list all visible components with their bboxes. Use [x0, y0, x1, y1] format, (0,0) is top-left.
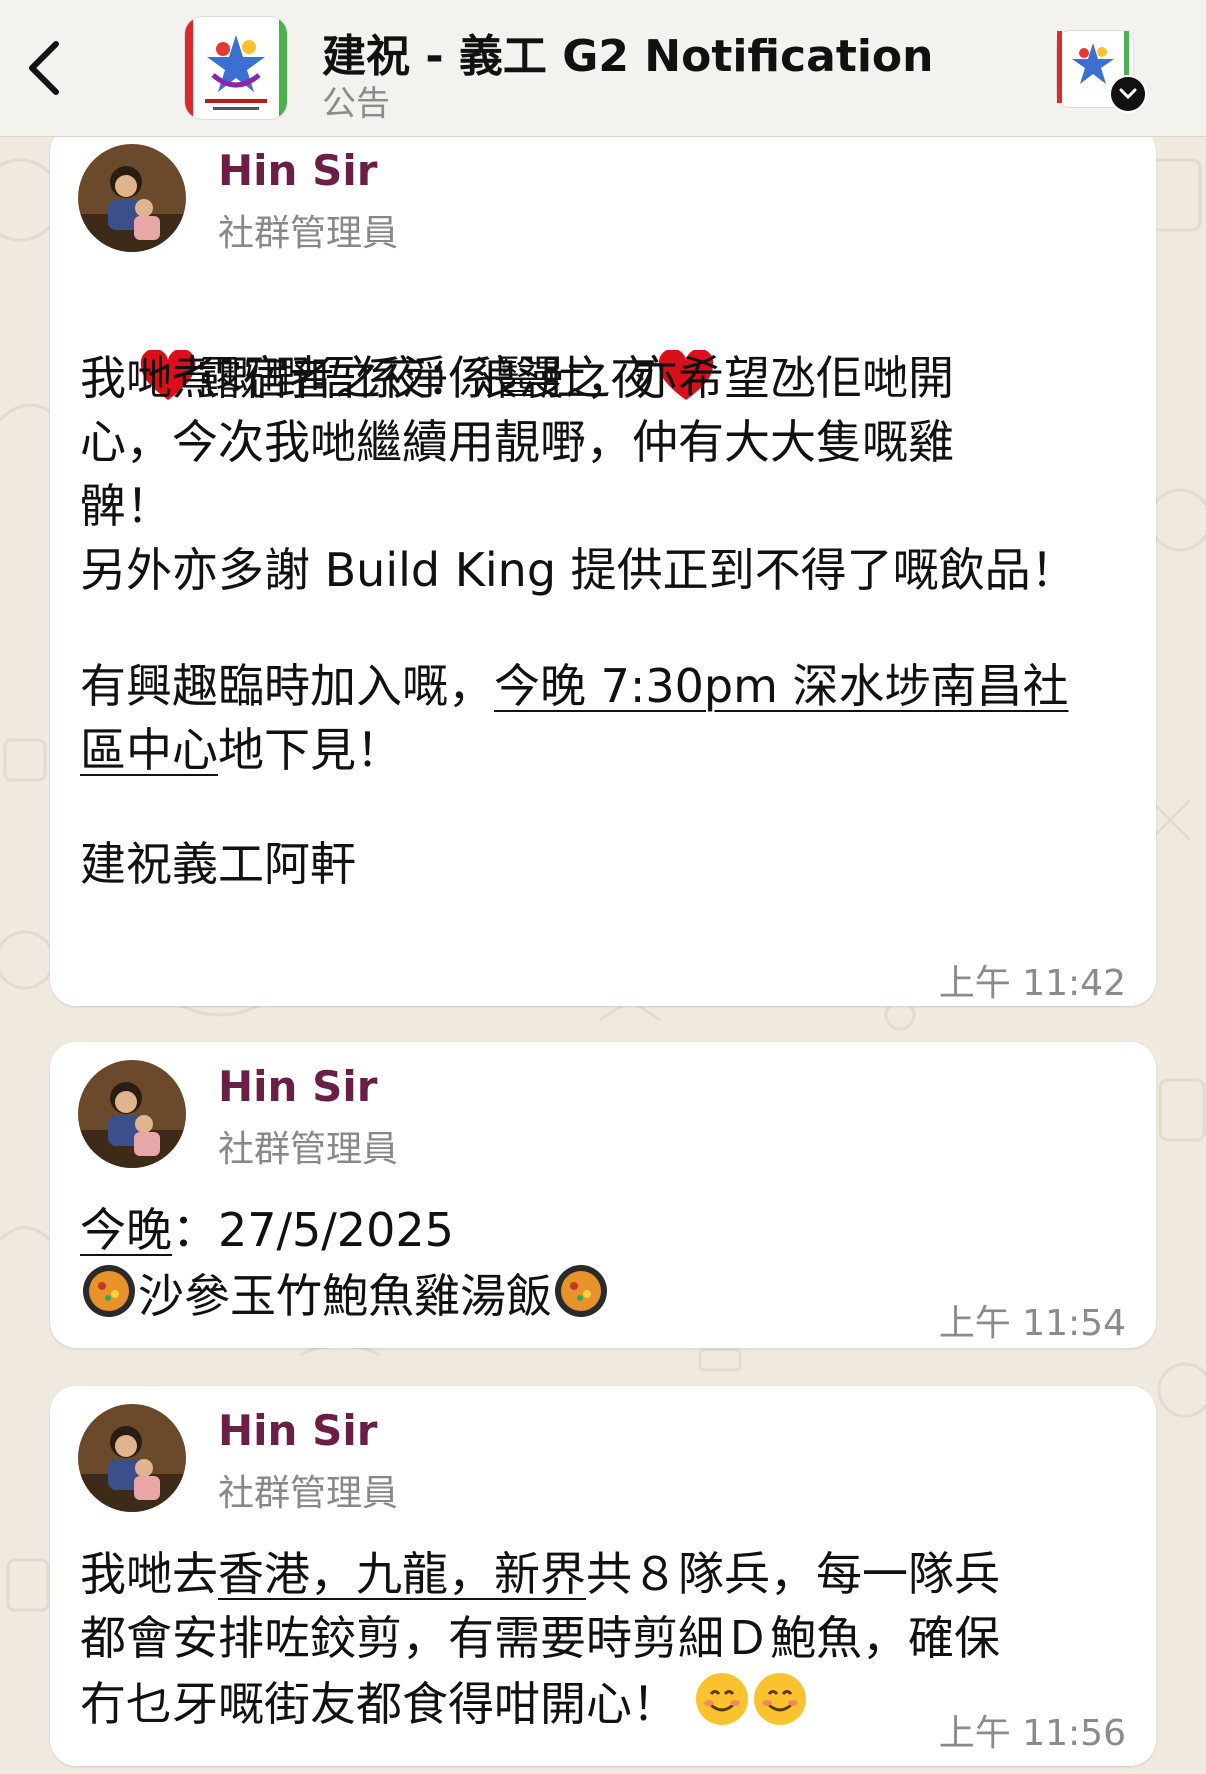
smiling-face-icon: [693, 1670, 751, 1744]
sender-role: 社群管理員: [218, 1473, 399, 1514]
event-location-link[interactable]: 今晚 7:30pm 深水埗南昌社: [494, 659, 1069, 713]
message-timestamp: 上午 11:54: [938, 1303, 1126, 1344]
chevron-down-icon: [1109, 75, 1147, 113]
sender-role: 社群管理員: [218, 1129, 399, 1170]
paella-pan-icon: [80, 1262, 138, 1336]
sender-role: 社群管理員: [218, 213, 399, 254]
message-signature: 建祝義工阿軒: [80, 837, 356, 891]
message-paragraph: 另外亦多謝 Build King 提供正到不得了嘅飲品！: [80, 543, 1077, 597]
event-location-link[interactable]: 區中心: [80, 723, 218, 777]
dish-name: 沙參玉竹鮑魚雞湯飯: [138, 1269, 552, 1323]
sender-name[interactable]: Hin Sir: [218, 1062, 377, 1111]
message-text: 今晚：27/5/2025: [80, 1203, 454, 1257]
message-bubble[interactable]: Hin Sir 社群管理員 今晚：27/5/2025 沙參玉竹鮑魚雞湯飯 上午 …: [50, 1042, 1156, 1348]
avatar[interactable]: [78, 1404, 186, 1512]
message-text: 都會安排咗鉸剪，有需要時剪細Ｄ鮑魚，確保: [80, 1611, 1000, 1665]
back-button[interactable]: [22, 38, 82, 102]
message-timestamp: 上午 11:56: [938, 1713, 1126, 1754]
message-timestamp: 上午 11:42: [938, 963, 1126, 1004]
message-bubble[interactable]: Hin Sir 社群管理員 露宿者之夜：浪漫之夜 我哋煮嘅嘢唔係淨係醫肚，亦希望…: [50, 126, 1156, 1006]
message-paragraph: 有興趣臨時加入嘅，今晚 7:30pm 深水埗南昌社 區中心地下見！: [80, 659, 1069, 777]
message-paragraph: 我哋煮嘅嘢唔係淨係醫肚，亦希望氹佢哋開 心，今次我哋繼續用靚嘢，仲有大大隻嘅雞 …: [80, 351, 954, 533]
group-subtitle: 公告: [322, 84, 390, 124]
district-link[interactable]: 香港，九龍，新界: [218, 1547, 586, 1601]
avatar[interactable]: [78, 144, 186, 252]
sender-name[interactable]: Hin Sir: [218, 1406, 377, 1455]
paella-pan-icon: [552, 1262, 610, 1336]
avatar[interactable]: [78, 1060, 186, 1168]
message-text: 我哋去香港，九龍，新界共８隊兵，每一隊兵: [80, 1547, 1000, 1601]
sender-name[interactable]: Hin Sir: [218, 146, 377, 195]
message-bubble[interactable]: Hin Sir 社群管理員 我哋去香港，九龍，新界共８隊兵，每一隊兵 都會安排咗…: [50, 1386, 1156, 1766]
chat-header: 建祝 - 義工 G2 Notification 公告: [0, 0, 1206, 137]
date-link[interactable]: 今晚: [80, 1203, 172, 1257]
group-logo[interactable]: [184, 16, 288, 120]
chevron-left-icon: [29, 41, 59, 95]
group-title[interactable]: 建祝 - 義工 G2 Notification: [322, 20, 934, 84]
community-button[interactable]: [1056, 30, 1147, 113]
smiling-face-icon: [751, 1670, 809, 1744]
